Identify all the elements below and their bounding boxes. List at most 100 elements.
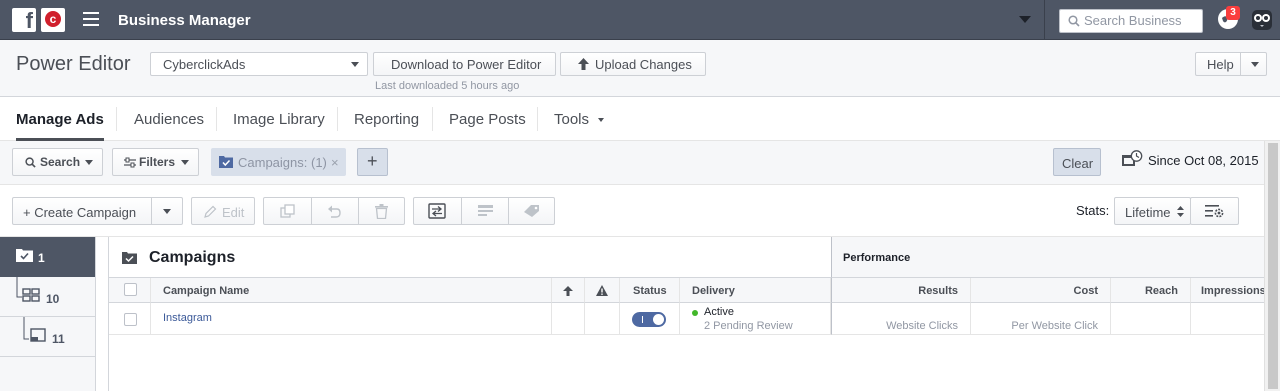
help-label: Help: [1207, 57, 1234, 72]
pencil-icon: [204, 205, 217, 218]
tab-reporting[interactable]: Reporting: [354, 97, 419, 141]
page-scrollbar[interactable]: [1264, 141, 1280, 391]
column-header-sort[interactable]: [552, 278, 585, 303]
tab-image-library[interactable]: Image Library: [233, 97, 325, 141]
tab-audiences[interactable]: Audiences: [134, 97, 204, 141]
table-row-sort-cell: [552, 303, 585, 335]
trash-icon: [375, 204, 388, 219]
tag-button[interactable]: [509, 198, 555, 224]
column-header-reach[interactable]: Reach: [1111, 278, 1191, 303]
row-select-checkbox[interactable]: [124, 313, 137, 326]
delete-button[interactable]: [359, 198, 405, 224]
column-header-impressions[interactable]: Impressions: [1191, 278, 1265, 303]
ad-set-grid-icon: [16, 277, 40, 302]
account-dropdown-caret-icon[interactable]: [1019, 16, 1031, 23]
chevron-down-icon: [351, 62, 359, 67]
campaigns-section-title: Campaigns: [149, 249, 236, 266]
column-header-results[interactable]: Results: [831, 278, 971, 303]
download-to-power-editor-button[interactable]: Download to Power Editor: [373, 52, 556, 76]
column-header-warnings[interactable]: [585, 278, 620, 303]
cyberclick-logo-letter: c: [45, 11, 61, 27]
level-ad-sets[interactable]: 10: [0, 277, 95, 317]
report-lines-icon: [478, 205, 493, 216]
warning-triangle-icon: [596, 285, 608, 296]
create-dropdown-caret-icon[interactable]: [163, 209, 171, 214]
edit-button[interactable]: Edit: [191, 197, 255, 225]
hamburger-menu-icon[interactable]: [83, 12, 99, 26]
level-campaigns[interactable]: 1: [0, 237, 95, 277]
campaign-status-toggle[interactable]: [632, 312, 666, 327]
sort-updown-icon: [1177, 206, 1184, 217]
business-search-input[interactable]: [1084, 13, 1199, 28]
level-campaigns-count: 1: [38, 251, 45, 265]
create-campaign-button[interactable]: + Create Campaign: [12, 197, 183, 225]
table-row-warning-cell: [585, 303, 620, 335]
campaigns-filter-chip[interactable]: Campaigns: (1) ×: [211, 148, 346, 176]
date-range-clock-icon[interactable]: [1121, 150, 1143, 168]
create-campaign-label: + Create Campaign: [23, 205, 137, 220]
filter-bar: Search Filters Campaigns: (1) × + Clear …: [0, 141, 1264, 185]
tab-page-posts[interactable]: Page Posts: [449, 97, 526, 141]
campaign-folder-check-icon: [122, 252, 137, 264]
edit-label: Edit: [222, 205, 245, 220]
revert-button[interactable]: [312, 198, 359, 224]
page-title: Power Editor: [16, 53, 131, 75]
cyberclick-logo-icon[interactable]: c: [41, 8, 65, 32]
stats-label: Stats:: [1076, 203, 1110, 218]
duplicate-icon: [280, 204, 295, 218]
compare-button[interactable]: [414, 198, 462, 224]
campaign-folder-check-icon: [16, 249, 33, 262]
select-all-checkbox[interactable]: [124, 283, 137, 296]
report-button[interactable]: [462, 198, 509, 224]
scrollbar-thumb[interactable]: [1268, 143, 1278, 389]
tab-tools-label: Tools: [554, 111, 590, 128]
profile-owl-icon[interactable]: [1250, 8, 1274, 32]
column-header-campaign-name[interactable]: Campaign Name: [151, 278, 552, 303]
tab-tools[interactable]: Tools: [554, 97, 605, 141]
search-icon: [1068, 15, 1080, 27]
customize-columns-button[interactable]: [1190, 197, 1239, 225]
add-filter-button[interactable]: +: [357, 148, 388, 176]
business-search-box[interactable]: [1059, 9, 1203, 33]
tools-caret-icon: [598, 118, 605, 123]
upload-changes-button[interactable]: Upload Changes: [560, 52, 706, 76]
view-actions-group: [413, 197, 555, 225]
clear-filters-button[interactable]: Clear: [1053, 148, 1101, 176]
level-ads[interactable]: 11: [0, 317, 95, 357]
campaign-name-link[interactable]: Instagram: [163, 312, 212, 324]
cost-header-label: Cost: [1073, 285, 1098, 297]
filters-label: Filters: [139, 155, 176, 169]
facebook-logo-icon[interactable]: f: [12, 8, 36, 33]
campaigns-table: Campaigns Performance Campaign Name Stat…: [108, 237, 1265, 391]
delivery-header-label: Delivery: [692, 285, 735, 297]
compare-arrows-icon: [428, 203, 446, 219]
date-range-label[interactable]: Since Oct 08, 2015: [1148, 153, 1259, 168]
column-header-delivery[interactable]: Delivery: [680, 278, 831, 303]
search-filter-label: Search: [40, 155, 81, 169]
power-editor-bar: Power Editor CyberclickAds Download to P…: [0, 40, 1280, 97]
notifications-globe-icon[interactable]: 3: [1218, 6, 1240, 29]
undo-icon: [328, 205, 341, 218]
help-button[interactable]: Help: [1195, 52, 1267, 76]
table-row-reach-cell: [1111, 303, 1191, 335]
column-header-cost[interactable]: Cost: [971, 278, 1111, 303]
ad-account-select[interactable]: CyberclickAds: [150, 52, 368, 76]
delivery-status: Active: [704, 306, 734, 318]
campaign-name-header-label: Campaign Name: [163, 285, 250, 297]
column-header-status[interactable]: Status: [620, 278, 680, 303]
close-icon[interactable]: ×: [331, 155, 339, 170]
table-row-campaign-name-cell: Instagram: [151, 303, 552, 335]
level-ads-count: 11: [52, 332, 65, 346]
chevron-down-icon: [181, 160, 189, 165]
search-filter-button[interactable]: Search: [12, 148, 103, 176]
results-header-label: Results: [918, 285, 958, 297]
stats-period-select[interactable]: Lifetime: [1114, 197, 1191, 225]
duplicate-button[interactable]: [264, 198, 312, 224]
top-bar: f c Business Manager 3: [0, 0, 1280, 40]
help-dropdown-caret-icon[interactable]: [1251, 62, 1259, 67]
filters-button[interactable]: Filters: [112, 148, 199, 176]
tab-manage-ads[interactable]: Manage Ads: [16, 97, 104, 141]
ad-monitor-icon: [23, 317, 46, 342]
filter-sliders-icon: [124, 157, 136, 168]
main-tabs: Manage Ads Audiences Image Library Repor…: [0, 97, 1280, 141]
